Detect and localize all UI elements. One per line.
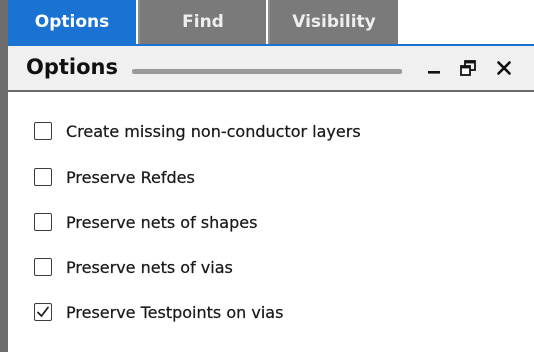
option-label: Preserve Refdes	[66, 167, 195, 187]
option-checkbox[interactable]	[34, 303, 52, 321]
tab-visibility[interactable]: Visibility	[268, 0, 398, 44]
option-preserve-refdes[interactable]: Preserve Refdes	[34, 164, 195, 190]
tab-visibility-label: Visibility	[292, 12, 376, 32]
float-window-button[interactable]	[454, 54, 482, 82]
option-label: Preserve nets of shapes	[66, 212, 258, 232]
tab-find[interactable]: Find	[138, 0, 266, 44]
option-preserve-nets-vias[interactable]: Preserve nets of vias	[34, 254, 233, 280]
option-label: Preserve Testpoints on vias	[66, 302, 284, 322]
option-create-missing-layers[interactable]: Create missing non-conductor layers	[34, 118, 361, 144]
panel-title-bar[interactable]: Options	[8, 46, 534, 92]
option-checkbox[interactable]	[34, 258, 52, 276]
tab-options-label: Options	[34, 12, 110, 32]
tab-options[interactable]: Options	[8, 0, 136, 44]
options-panel: Options Create missing non-conductor lay…	[8, 44, 534, 354]
tab-find-label: Find	[182, 12, 224, 32]
option-preserve-testpoints-vias[interactable]: Preserve Testpoints on vias	[34, 299, 284, 325]
option-label: Create missing non-conductor layers	[66, 121, 361, 141]
option-checkbox[interactable]	[34, 213, 52, 231]
options-window: Options Find Visibility Options Create m…	[0, 0, 534, 354]
close-icon	[497, 61, 511, 75]
option-label: Preserve nets of vias	[66, 257, 233, 277]
float-window-icon	[460, 60, 476, 76]
panel-title: Options	[26, 55, 118, 79]
option-preserve-nets-shapes[interactable]: Preserve nets of shapes	[34, 209, 258, 235]
drag-grip[interactable]	[132, 69, 402, 74]
minimize-icon	[428, 71, 440, 74]
option-checkbox[interactable]	[34, 122, 52, 140]
window-left-border	[0, 0, 8, 352]
close-button[interactable]	[490, 54, 518, 82]
options-list: Create missing non-conductor layers Pres…	[8, 92, 534, 354]
tab-bar: Options Find Visibility	[8, 0, 534, 44]
checkmark-icon	[37, 306, 49, 317]
minimize-button[interactable]	[420, 54, 448, 82]
option-checkbox[interactable]	[34, 168, 52, 186]
